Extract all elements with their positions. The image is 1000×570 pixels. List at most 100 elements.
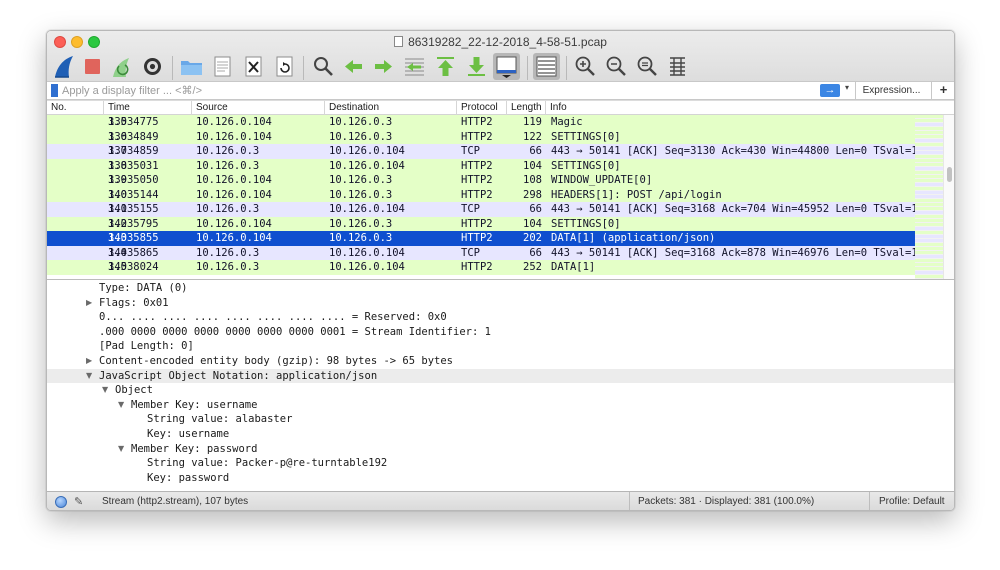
detail-tree-text: Key: password (147, 471, 230, 484)
filter-bookmark-icon[interactable] (51, 84, 58, 97)
packet-length-cell: 66 (529, 145, 542, 157)
column-header-protocol[interactable]: Protocol (457, 101, 507, 115)
go-last-icon[interactable] (463, 53, 490, 80)
filter-history-dropdown[interactable]: ▾ (845, 83, 849, 92)
packet-info-cell: Magic (551, 116, 583, 128)
collapse-triangle-icon[interactable]: ▼ (118, 442, 124, 457)
packet-row[interactable]: 143 3.035855 10.126.0.104 10.126.0.3 HTTP2 20… (47, 231, 915, 246)
toolbar-separator (303, 56, 304, 80)
column-header-source[interactable]: Source (192, 101, 325, 115)
zoom-out-icon[interactable] (603, 53, 630, 80)
detail-tree-item[interactable]: Key: username (47, 427, 954, 442)
close-file-icon[interactable] (240, 53, 267, 80)
packet-row[interactable]: 142 3.035795 10.126.0.104 10.126.0.3 HTTP2 10… (47, 216, 915, 231)
detail-tree-item[interactable]: String value: alabaster (47, 412, 954, 427)
go-first-icon[interactable] (432, 53, 459, 80)
resize-columns-icon[interactable] (664, 53, 691, 80)
packet-list-minimap[interactable] (915, 115, 943, 279)
zoom-in-icon[interactable] (572, 53, 599, 80)
status-profile-text[interactable]: Profile: Default (879, 496, 945, 507)
minimap-stripe (915, 187, 943, 190)
packet-time-cell: 3.038024 (108, 261, 159, 273)
zoom-normal-icon[interactable] (634, 53, 661, 80)
detail-tree-item[interactable]: ▼ Object (47, 383, 954, 398)
minimap-stripe (915, 183, 943, 186)
minimap-stripe (915, 139, 943, 142)
packet-destination-cell: 10.126.0.104 (329, 203, 405, 215)
display-filter-input[interactable] (62, 82, 802, 99)
collapse-triangle-icon[interactable]: ▼ (86, 369, 92, 384)
save-file-icon[interactable] (209, 53, 236, 80)
display-filter-bar: → ▾ Expression... + (47, 81, 954, 100)
go-to-packet-icon[interactable] (401, 53, 428, 80)
detail-tree-item[interactable]: ▶ Content-encoded entity body (gzip): 98 … (47, 354, 954, 369)
packet-source-cell: 10.126.0.104 (196, 116, 272, 128)
packet-row[interactable]: 139 3.035050 10.126.0.104 10.126.0.3 HTTP2 10… (47, 173, 915, 188)
collapse-triangle-icon[interactable]: ▼ (102, 383, 108, 398)
collapse-triangle-icon[interactable]: ▼ (118, 398, 124, 413)
detail-tree-item[interactable]: ▼ Member Key: username (47, 398, 954, 413)
minimap-stripe (915, 251, 943, 254)
colorize-icon[interactable] (533, 53, 560, 80)
detail-tree-text: String value: Packer-p@re-turntable192 (147, 457, 388, 470)
column-header-length[interactable]: Length (507, 101, 546, 115)
go-back-icon[interactable] (340, 53, 367, 80)
column-header-info[interactable]: Info (546, 101, 954, 115)
stop-capture-icon[interactable] (79, 53, 106, 80)
go-forward-icon[interactable] (370, 53, 397, 80)
detail-tree-item[interactable]: 0... .... .... .... .... .... .... .... … (47, 310, 954, 325)
packet-destination-cell: 10.126.0.3 (329, 232, 393, 244)
packet-length-cell: 252 (523, 261, 542, 273)
expand-triangle-icon[interactable]: ▶ (86, 296, 92, 311)
reload-file-icon[interactable] (271, 53, 298, 80)
packet-row[interactable]: 138 3.035031 10.126.0.3 10.126.0.104 HTTP2 10… (47, 158, 915, 173)
column-header-no[interactable]: No. (47, 101, 104, 115)
packet-row[interactable]: 141 3.035155 10.126.0.3 10.126.0.104 TCP 66 44… (47, 202, 915, 217)
column-header-time[interactable]: Time (104, 101, 192, 115)
minimap-stripe (915, 275, 943, 278)
shark-fin-start-icon[interactable] (51, 53, 78, 80)
packet-row[interactable]: 140 3.035144 10.126.0.104 10.126.0.3 HTTP2 29… (47, 187, 915, 202)
detail-tree-item[interactable]: Type: DATA (0) (47, 281, 954, 296)
packet-row[interactable]: 144 3.035865 10.126.0.3 10.126.0.104 TCP 66 44… (47, 245, 915, 260)
detail-tree-item[interactable]: Key: password (47, 471, 954, 486)
column-header-destination[interactable]: Destination (325, 101, 457, 115)
packet-info-cell: DATA[1] (application/json) (551, 232, 716, 244)
status-packets-text: Packets: 381 · Displayed: 381 (100.0%) (638, 496, 815, 507)
packet-list-scroll-thumb[interactable] (947, 167, 952, 182)
packet-destination-cell: 10.126.0.104 (329, 145, 405, 157)
capture-options-icon[interactable] (139, 53, 166, 80)
packet-info-cell: WINDOW_UPDATE[0] (551, 174, 653, 186)
edit-comment-icon[interactable]: ✎ (74, 495, 83, 508)
detail-tree-item[interactable]: ▼ Member Key: password (47, 442, 954, 457)
packet-time-cell: 3.035155 (108, 203, 159, 215)
apply-filter-button[interactable]: → (820, 84, 840, 97)
expression-button[interactable]: Expression... (855, 82, 927, 99)
auto-scroll-icon[interactable] (493, 53, 520, 80)
packet-length-cell: 202 (523, 232, 542, 244)
find-packet-icon[interactable] (310, 53, 337, 80)
packet-length-cell: 122 (523, 130, 542, 143)
minimap-stripe (915, 143, 943, 146)
detail-tree-item[interactable]: ▼ JavaScript Object Notation: application… (47, 368, 954, 384)
packet-protocol-cell: HTTP2 (461, 116, 493, 128)
packet-row[interactable]: 135 3.034775 10.126.0.104 10.126.0.3 HTTP2 11… (47, 115, 915, 130)
add-filter-button[interactable]: + (931, 82, 954, 99)
packet-protocol-cell: HTTP2 (461, 159, 493, 172)
packet-row[interactable]: 137 3.034859 10.126.0.3 10.126.0.104 TCP 66 44… (47, 144, 915, 159)
expand-triangle-icon[interactable]: ▶ (86, 354, 92, 369)
open-file-icon[interactable] (178, 53, 205, 80)
packet-row[interactable]: 145 3.038024 10.126.0.3 10.126.0.104 HTTP2 25… (47, 260, 915, 275)
packet-list-scrollbar[interactable] (943, 115, 954, 279)
window-title: 86319282_22-12-2018_4-58-51.pcap (47, 35, 954, 49)
detail-tree-item[interactable]: ▶ Flags: 0x01 (47, 296, 954, 311)
detail-tree-item[interactable]: String value: Packer-p@re-turntable192 (47, 456, 954, 471)
detail-tree-item[interactable]: .000 0000 0000 0000 0000 0000 0000 0001 … (47, 325, 954, 340)
detail-tree-item[interactable]: [Pad Length: 0] (47, 339, 954, 354)
packet-time-cell: 3.035050 (108, 174, 159, 186)
expert-info-icon[interactable] (55, 496, 67, 508)
restart-capture-icon[interactable] (108, 53, 135, 80)
packet-row[interactable]: 136 3.034849 10.126.0.104 10.126.0.3 HTTP2 12… (47, 129, 915, 144)
minimap-stripe (915, 255, 943, 258)
minimap-stripe (915, 191, 943, 194)
